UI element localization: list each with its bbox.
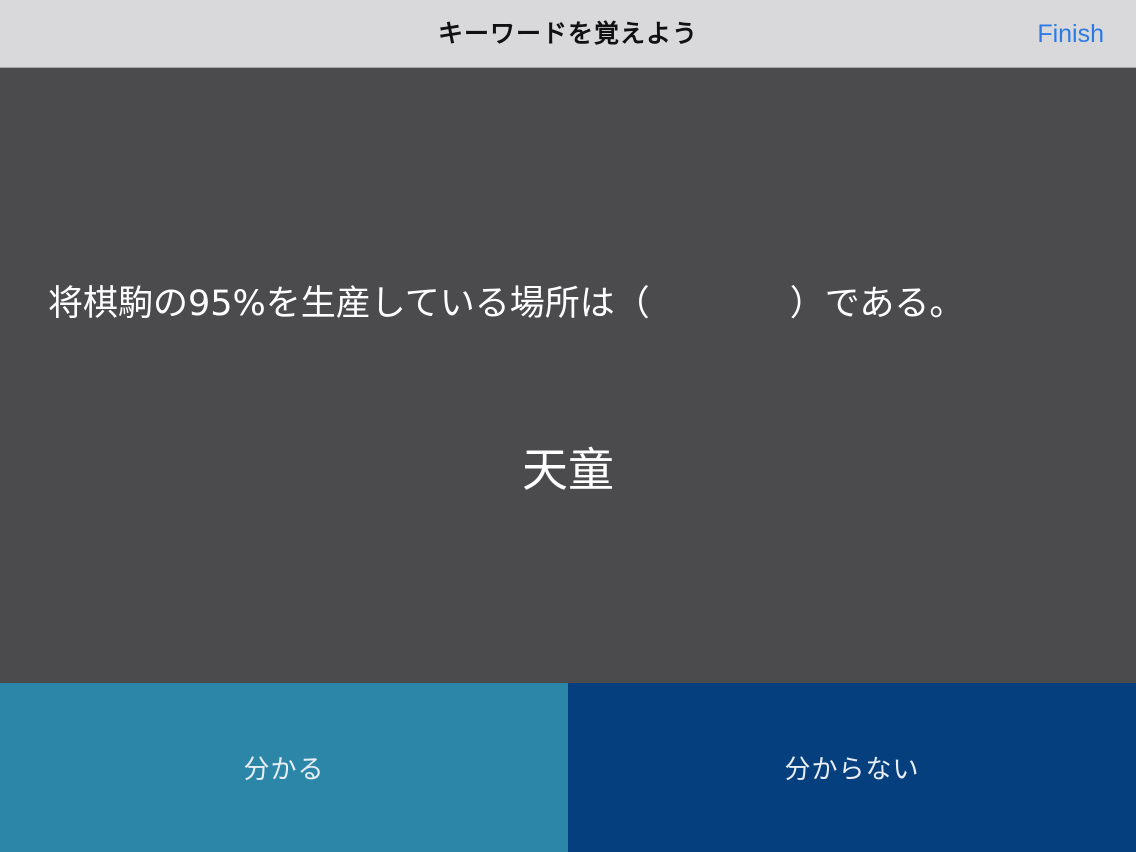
page-title: キーワードを覚えよう	[437, 19, 698, 48]
navigation-bar: キーワードを覚えよう Finish	[0, 0, 1136, 68]
flashcard-screen: キーワードを覚えよう Finish 将棋駒の95%を生産している場所は（ ）であ…	[0, 0, 1136, 852]
flashcard[interactable]: 将棋駒の95%を生産している場所は（ ）である。 天童	[0, 68, 1136, 683]
question-text: 将棋駒の95%を生産している場所は（ ）である。	[48, 284, 965, 324]
answer-text: 天童	[522, 443, 614, 497]
finish-button[interactable]: Finish	[1037, 0, 1104, 68]
dont-know-button[interactable]: 分からない	[568, 683, 1136, 852]
answer-buttons: 分かる 分からない	[0, 683, 1136, 852]
know-button[interactable]: 分かる	[0, 683, 568, 852]
